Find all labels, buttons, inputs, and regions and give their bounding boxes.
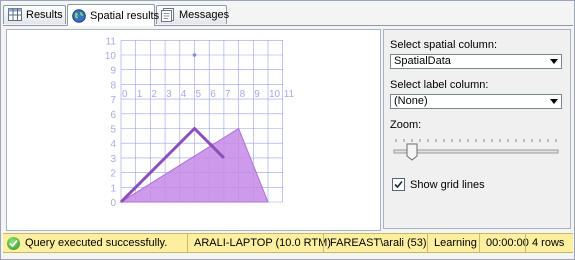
messages-icon xyxy=(161,8,175,22)
slider-thumb[interactable] xyxy=(406,143,418,161)
x-tick-label: 9 xyxy=(254,89,260,100)
y-tick-label: 0 xyxy=(110,198,116,209)
x-tick-label: 0 xyxy=(122,89,128,100)
status-server: ARALI-LAPTOP (10.0 RTM) xyxy=(187,234,331,252)
tab-spatial-results[interactable]: Spatial results xyxy=(67,4,159,26)
slider-track xyxy=(393,149,559,154)
spatial-map-panel[interactable]: 0 1 2 3 4 5 6 7 8 9 10 11 0 1 2 3 4 5 6 7 8 9 10 11 xyxy=(6,29,381,231)
spatial-map-canvas[interactable]: 012345678910110 1 2 3 4 5 6 7 8 9 10 11 xyxy=(7,30,380,230)
y-tick-label: 11 xyxy=(106,36,117,47)
zoom-slider[interactable] xyxy=(390,137,562,163)
x-tick-label: 5 xyxy=(196,89,202,100)
tab-spatial-results-label: Spatial results xyxy=(90,9,160,22)
spatial-column-label: Select spatial column: xyxy=(390,39,497,51)
x-tick-label: 11 xyxy=(284,89,295,100)
status-bar: Query executed successfully. ARALI-LAPTO… xyxy=(3,233,573,253)
spatial-point xyxy=(192,53,197,57)
zoom-slider-track[interactable] xyxy=(390,137,562,163)
checkmark-icon xyxy=(394,180,403,189)
x-tick-label: 10 xyxy=(269,89,281,100)
spatial-column-select[interactable]: SpatialData xyxy=(390,54,562,69)
chevron-down-icon[interactable] xyxy=(548,56,560,67)
y-tick-label: 4 xyxy=(110,139,116,150)
label-column-value: (None) xyxy=(394,95,428,107)
spatial-column-value: SpatialData xyxy=(394,55,451,67)
spatial-options-panel: Select spatial column: SpatialData Selec… xyxy=(383,29,571,229)
y-tick-label: 8 xyxy=(110,80,116,91)
status-elapsed: 00:00:00 xyxy=(479,234,529,252)
status-rows: 4 rows xyxy=(525,234,571,252)
tab-results-label: Results xyxy=(26,9,63,21)
x-tick-label: 1 xyxy=(137,89,143,100)
x-tick-label: 4 xyxy=(181,89,187,100)
x-tick-label: 3 xyxy=(166,89,172,100)
query-results-window: Results Spatial results Messages 0 1 2 3… xyxy=(0,0,575,260)
tab-messages-label: Messages xyxy=(179,9,230,21)
results-tabstrip: Results Spatial results Messages xyxy=(3,4,573,26)
x-tick-label: 2 xyxy=(151,89,157,100)
y-tick-label: 1 xyxy=(110,183,116,194)
label-column-label: Select label column: xyxy=(390,79,489,91)
tab-results[interactable]: Results xyxy=(3,5,66,24)
zoom-label: Zoom: xyxy=(390,119,422,131)
label-column-select[interactable]: (None) xyxy=(390,94,562,109)
status-message: Query executed successfully. xyxy=(3,234,187,252)
globe-icon xyxy=(72,8,86,23)
status-message-text: Query executed successfully. xyxy=(25,237,168,249)
y-tick-label: 2 xyxy=(110,169,116,180)
y-tick-label: 6 xyxy=(110,110,116,121)
x-tick-label: 6 xyxy=(210,89,216,100)
success-check-icon xyxy=(7,236,20,250)
show-grid-lines-checkbox[interactable] xyxy=(392,178,405,191)
y-tick-label: 9 xyxy=(110,66,116,77)
show-grid-lines-label: Show grid lines xyxy=(410,178,485,191)
y-tick-label: 3 xyxy=(110,154,116,165)
status-database: Learning xyxy=(427,234,479,252)
y-tick-label: 10 xyxy=(105,51,117,62)
x-tick-label: 7 xyxy=(225,89,231,100)
chevron-down-icon[interactable] xyxy=(548,96,560,107)
y-tick-label: 7 xyxy=(110,95,116,106)
grid-icon xyxy=(8,8,22,22)
show-grid-lines-row[interactable]: Show grid lines xyxy=(392,178,485,191)
tab-messages[interactable]: Messages xyxy=(156,5,230,24)
x-tick-label: 8 xyxy=(240,89,246,100)
y-tick-label: 5 xyxy=(110,125,116,136)
status-user: FAREAST\arali (53) xyxy=(323,234,427,252)
